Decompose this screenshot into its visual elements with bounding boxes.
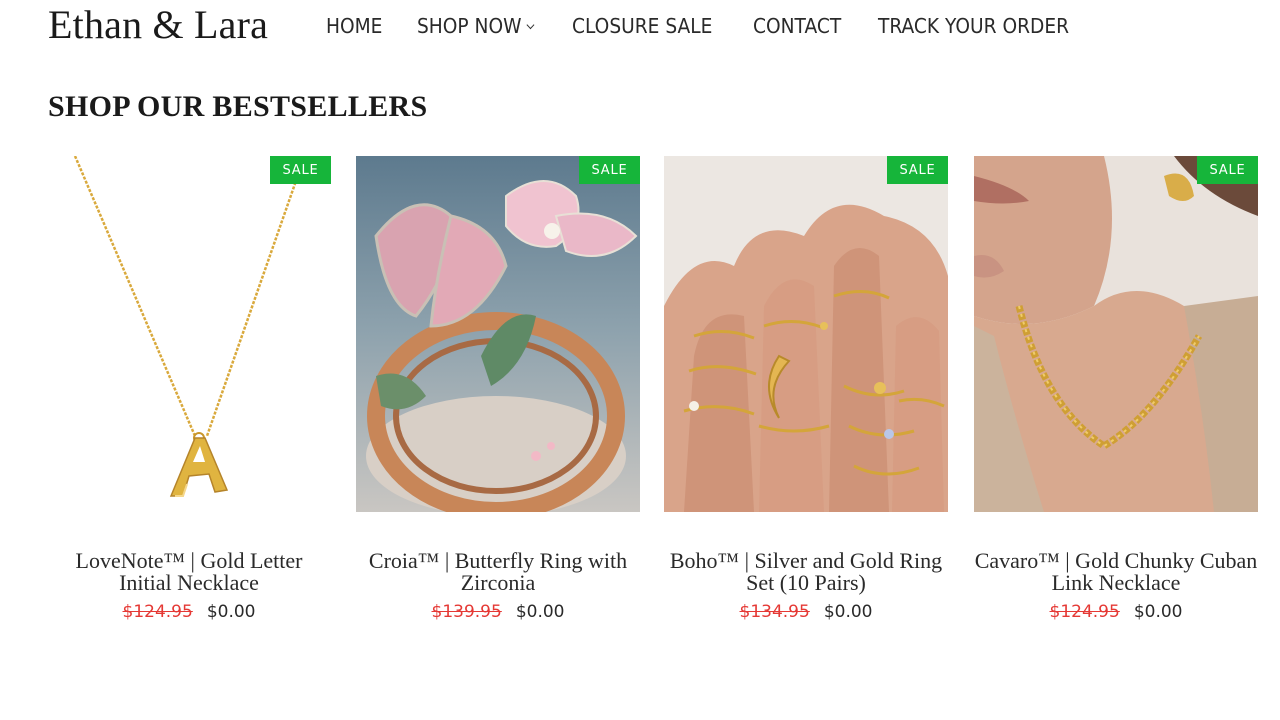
sale-badge: SALE (1197, 156, 1258, 184)
product-name[interactable]: Croia™ | Butterfly Ring with Zirconia (356, 550, 640, 594)
chevron-down-icon (526, 20, 535, 29)
nav-shop-now[interactable]: SHOP NOW (416, 12, 535, 40)
nav-closure-sale-label: CLOSURE SALE (572, 14, 713, 38)
product-card[interactable]: SALE LoveNote™ | Gold Letter Initial Nec… (47, 156, 331, 622)
sale-price: $0.00 (1133, 602, 1183, 622)
nav-home-label: HOME (326, 14, 383, 38)
product-image-link[interactable]: SALE (47, 156, 331, 512)
sale-price: $0.00 (206, 602, 256, 622)
product-image-link[interactable]: SALE (356, 156, 640, 512)
butterfly-ring-image (356, 156, 640, 512)
main-nav: HOME SHOP NOW CLOSURE SALE CONTACT TRACK… (326, 12, 1113, 40)
section-title: SHOP OUR BESTSELLERS (48, 90, 428, 123)
product-name[interactable]: LoveNote™ | Gold Letter Initial Necklace (47, 550, 331, 594)
product-image-link[interactable]: SALE (974, 156, 1258, 512)
product-card[interactable]: SALE Croia™ | Butterfly Ring with Zircon… (356, 156, 640, 622)
site-header: Ethan & Lara HOME SHOP NOW CLOSURE SALE … (0, 0, 1280, 52)
site-logo[interactable]: Ethan & Lara (48, 2, 268, 48)
nav-closure-sale[interactable]: CLOSURE SALE (572, 12, 712, 40)
product-price: $124.95 $0.00 (974, 602, 1258, 622)
cuban-link-necklace-image (974, 156, 1258, 512)
sale-badge: SALE (270, 156, 331, 184)
product-price: $124.95 $0.00 (47, 602, 331, 622)
sale-badge: SALE (887, 156, 948, 184)
sale-price: $0.00 (515, 602, 565, 622)
product-card[interactable]: SALE Cavaro™ | Gold Chunky Cuban Link Ne… (974, 156, 1258, 622)
nav-home[interactable]: HOME (326, 12, 382, 40)
product-name[interactable]: Cavaro™ | Gold Chunky Cuban Link Necklac… (974, 550, 1258, 594)
original-price: $124.95 (122, 602, 193, 622)
product-card[interactable]: SALE Boho™ | Silver and Gold Ring Set (1… (664, 156, 948, 622)
nav-contact-label: CONTACT (752, 14, 842, 38)
product-name[interactable]: Boho™ | Silver and Gold Ring Set (10 Pai… (664, 550, 948, 594)
product-image-link[interactable]: SALE (664, 156, 948, 512)
product-price: $134.95 $0.00 (664, 602, 948, 622)
ring-set-image (664, 156, 948, 512)
original-price: $124.95 (1049, 602, 1120, 622)
original-price: $139.95 (431, 602, 502, 622)
nav-track-order-label: TRACK YOUR ORDER (877, 14, 1069, 38)
gold-letter-necklace-image (47, 156, 331, 512)
sale-price: $0.00 (823, 602, 873, 622)
sale-badge: SALE (579, 156, 640, 184)
nav-track-order[interactable]: TRACK YOUR ORDER (878, 12, 1069, 40)
original-price: $134.95 (739, 602, 810, 622)
nav-shop-now-label: SHOP NOW (416, 14, 522, 38)
product-price: $139.95 $0.00 (356, 602, 640, 622)
nav-contact[interactable]: CONTACT (753, 12, 841, 40)
